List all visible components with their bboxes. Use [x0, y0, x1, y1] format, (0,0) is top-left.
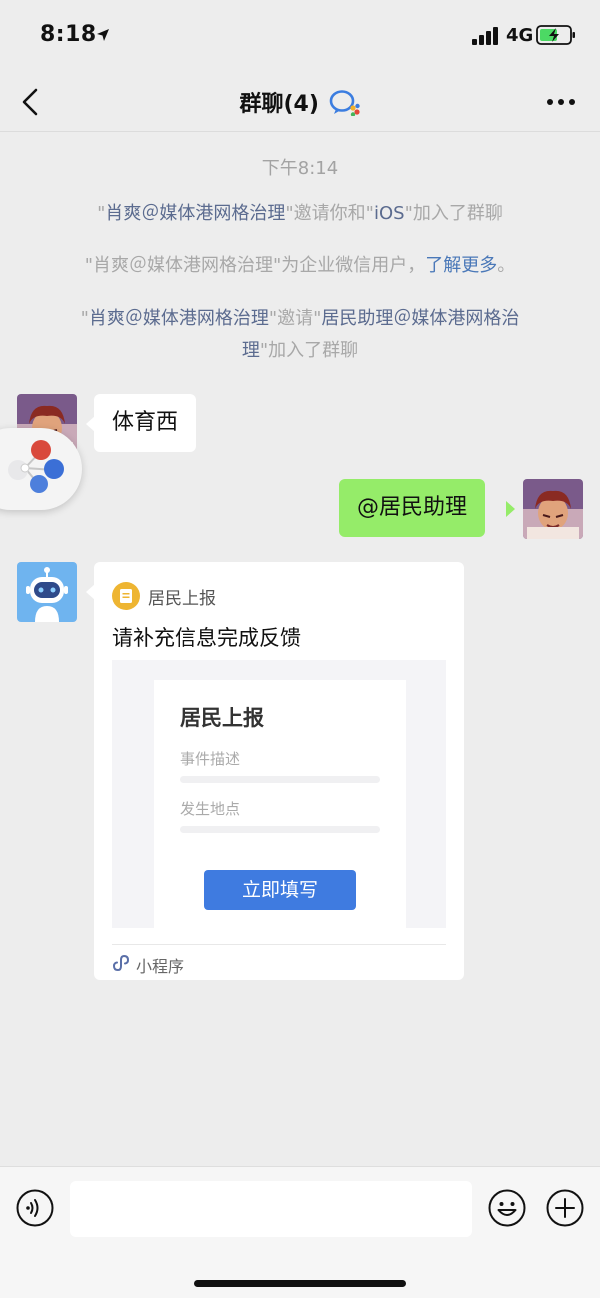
message-bubble-received[interactable]: 体育西 [94, 394, 197, 452]
card-divider [112, 944, 446, 945]
preview-form-title: 居民上报 [180, 706, 264, 730]
learn-more-link[interactable]: 了解更多 [425, 255, 497, 276]
document-icon [120, 589, 132, 603]
floating-apps-icon [8, 440, 64, 493]
mini-program-app-name: 居民上报 [148, 589, 216, 609]
quote: " [84, 255, 93, 276]
nav-bar: 群聊(4) [0, 72, 600, 132]
voice-input-icon[interactable] [16, 1189, 54, 1227]
system-text: "为企业微信用户， [273, 255, 426, 276]
status-bar: 8:18 4G [0, 0, 600, 72]
mini-program-title: 请补充信息完成反馈 [112, 626, 301, 650]
mini-program-card[interactable]: 居民上报 请补充信息完成反馈 居民上报 事件描述 发生地点 立即填写 小程序 [94, 562, 464, 980]
message-text-input[interactable] [70, 1181, 472, 1237]
location-arrow-icon [97, 29, 109, 41]
preview-form: 居民上报 事件描述 发生地点 立即填写 [154, 680, 406, 928]
fill-now-button: 立即填写 [204, 870, 356, 910]
user-name: 肖爽＠媒体港网格治理 [93, 255, 273, 276]
preview-field-label: 发生地点 [180, 800, 241, 818]
emoji-icon[interactable] [488, 1189, 526, 1227]
robot-icon [17, 562, 77, 622]
system-text: 。 [497, 255, 516, 276]
signal-icon [472, 27, 498, 45]
inviter-name[interactable]: 肖爽＠媒体港网格治理 [105, 203, 285, 224]
system-text: "邀请你和" [285, 203, 374, 224]
preview-field-bar [180, 776, 380, 783]
message-bubble-sent[interactable]: @居民助理 [339, 479, 486, 537]
system-text: "加入了群聊 [259, 340, 359, 361]
invitee-name[interactable]: iOS [374, 203, 405, 224]
my-avatar[interactable] [523, 479, 583, 539]
more-options-icon[interactable] [546, 98, 576, 106]
system-message-join: "肖爽＠媒体港网格治理"邀请你和"iOS"加入了群聊 [40, 198, 560, 230]
system-message-enterprise: "肖爽＠媒体港网格治理"为企业微信用户，了解更多。 [40, 250, 560, 282]
user-avatar-illustration [523, 479, 583, 539]
bubble-tail [506, 501, 515, 517]
network-type: 4G [506, 25, 534, 46]
mini-program-footer-label: 小程序 [136, 957, 185, 976]
wecom-logo-icon [329, 90, 360, 116]
bot-name[interactable]: 居民助理＠媒体港网格治 [321, 308, 519, 329]
more-functions-plus-icon[interactable] [546, 1189, 584, 1227]
chat-input-bar [0, 1166, 600, 1298]
mini-program-link-icon [112, 955, 130, 971]
bot-name-cont[interactable]: 理 [242, 340, 260, 361]
system-message-invite-bot: "肖爽＠媒体港网格治理"邀请"居民助理＠媒体港网格治理"加入了群聊 [36, 303, 564, 367]
nav-title-group: 群聊(4) [0, 86, 600, 118]
status-time: 8:18 [40, 22, 97, 47]
mini-program-preview: 居民上报 事件描述 发生地点 立即填写 [112, 660, 446, 928]
preview-field-bar [180, 826, 380, 833]
floating-window-ball[interactable] [0, 428, 82, 510]
quote: " [80, 308, 89, 329]
group-chat-title: 群聊(4) [239, 92, 319, 117]
preview-field-label: 事件描述 [180, 750, 241, 768]
chat-timestamp: 下午8:14 [261, 158, 339, 179]
battery-charging-icon [536, 25, 575, 45]
bot-avatar[interactable] [17, 562, 77, 622]
system-text: "邀请" [268, 308, 322, 329]
inviter-name[interactable]: 肖爽＠媒体港网格治理 [89, 308, 269, 329]
home-indicator[interactable] [194, 1280, 406, 1287]
system-text: "加入了群聊 [404, 203, 503, 224]
mini-program-app-icon [112, 582, 140, 610]
